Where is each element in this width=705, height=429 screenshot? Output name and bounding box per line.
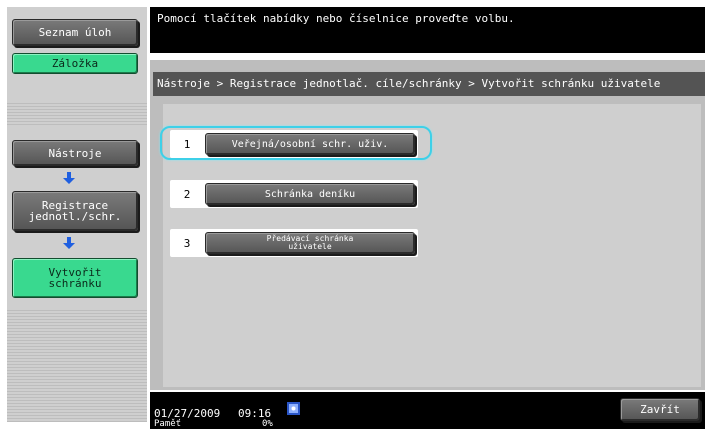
- breadcrumb-text: Nástroje > Registrace jednotlač. cíle/sc…: [157, 77, 661, 90]
- screen: Seznam úloh Záložka Nástroje Registrace …: [0, 0, 705, 429]
- step-registration-label: Registrace jednotl./schr.: [28, 199, 122, 223]
- journal-box-label: Schránka deníku: [264, 188, 356, 200]
- step-registration-button[interactable]: Registrace jednotl./schr.: [12, 191, 138, 231]
- journal-box-button[interactable]: Schránka deníku: [205, 183, 415, 205]
- step-create-box-label: Vytvořit schránku: [48, 266, 102, 290]
- option-2-number: 2: [173, 183, 201, 205]
- relay-user-box-label-2: uživatele: [288, 242, 332, 251]
- option-3-number: 3: [173, 232, 201, 254]
- step-tools-label: Nástroje: [48, 146, 102, 160]
- status-bar: 01/27/2009 09:16 Paměť 0% Zavřít: [150, 392, 705, 429]
- memory-value: 0%: [262, 419, 273, 429]
- step-tools-button[interactable]: Nástroje: [12, 140, 138, 166]
- bookmark-label: Záložka: [51, 57, 99, 70]
- network-status-icon: [287, 402, 300, 415]
- option-2-number-text: 2: [183, 187, 191, 201]
- down-arrow-icon: [63, 172, 75, 184]
- memory-label: Paměť: [154, 419, 182, 429]
- down-arrow-icon: [63, 237, 75, 249]
- close-label: Zavřít: [640, 403, 680, 416]
- step-create-box-button[interactable]: Vytvořit schránku: [12, 258, 138, 298]
- instruction-message: Pomocí tlačítek nabídky nebo číselnice p…: [157, 12, 515, 25]
- message-bar: Pomocí tlačítek nabídky nebo číselnice p…: [150, 7, 705, 53]
- selection-highlight: [160, 126, 432, 160]
- bookmark-button[interactable]: Záložka: [12, 53, 138, 74]
- task-list-button[interactable]: Seznam úloh: [12, 19, 138, 46]
- close-button[interactable]: Zavřít: [620, 398, 700, 421]
- option-3-number-text: 3: [183, 236, 191, 250]
- task-list-label: Seznam úloh: [38, 26, 112, 39]
- relay-user-box-button[interactable]: Předávací schránka uživatele: [205, 232, 415, 254]
- breadcrumb: Nástroje > Registrace jednotlač. cíle/sc…: [153, 72, 705, 96]
